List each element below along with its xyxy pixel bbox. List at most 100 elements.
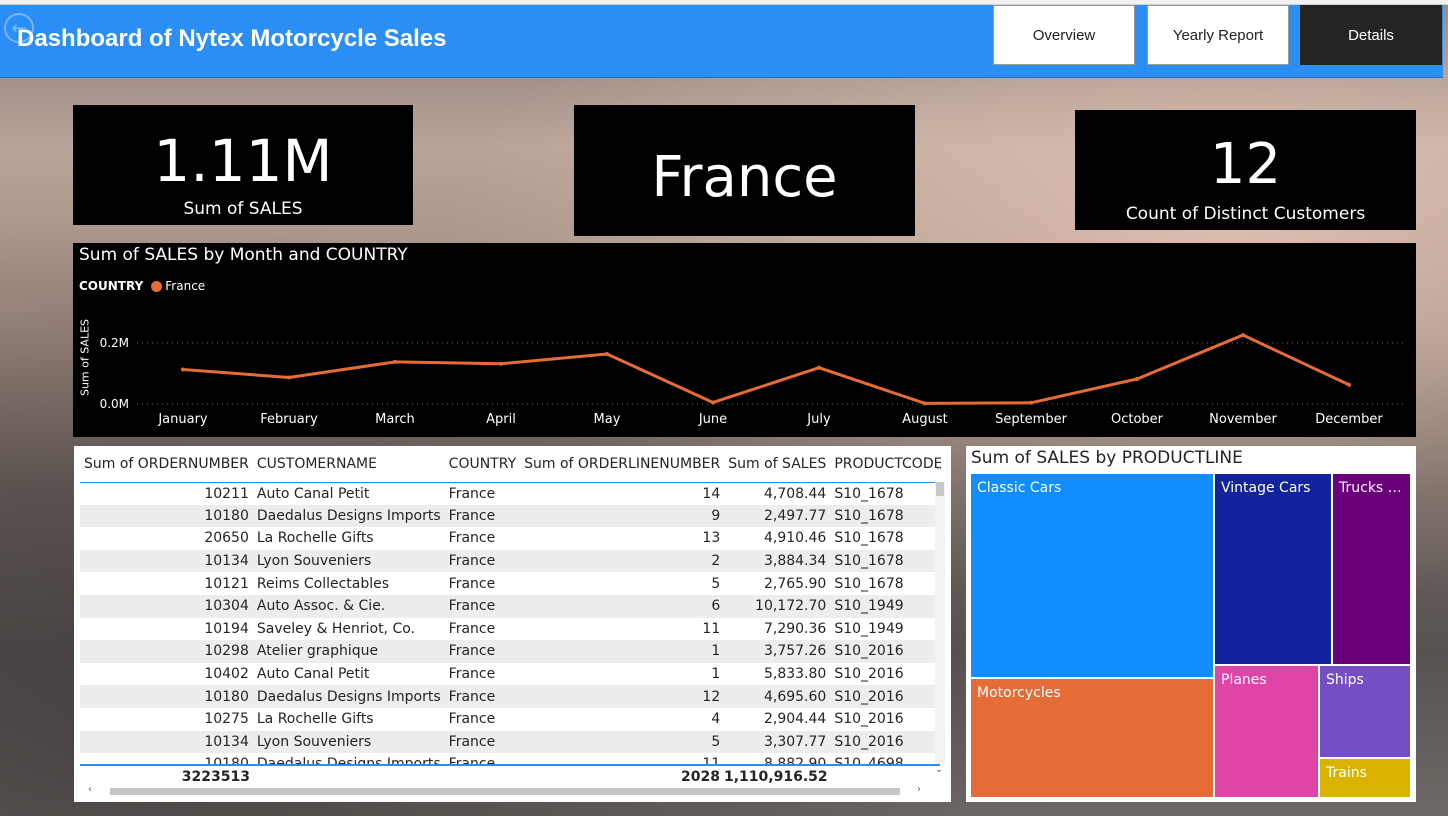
line-chart-sales-by-month[interactable]: Sum of SALES by Month and COUNTRY COUNTR… [73,243,1416,437]
table-row[interactable]: 10194 Saveley & Henriot, Co. France 11 7,290… [80,618,941,641]
nav-button-details[interactable]: Details [1300,5,1442,65]
nav-button-yearly-report[interactable]: Yearly Report [1147,5,1289,65]
cell-customername: Reims Collectables [256,575,390,592]
cell-productcode: S10_1678 [830,504,941,528]
x-tick-label: January [157,412,208,427]
horizontal-scroll-thumb[interactable] [110,788,900,795]
cell-sales: 2,765.90 [763,575,827,592]
cell-ordernumber: 10121 [204,575,249,592]
kpi-sales-label: Sum of SALES [183,199,303,219]
table-row[interactable]: 10180Daedalus Designs ImportsFrance118,8… [80,753,941,764]
cell-sales: 3,757.26 [724,640,831,663]
data-point[interactable] [711,400,715,405]
cell-sales: 8,882.90 [724,753,830,764]
table-row[interactable]: 10304 Auto Assoc. & Cie. France 6 10,172.70 S… [80,594,941,618]
cell-orderlinenumber: 4 [711,711,721,728]
cell-sales: 2,904.44 [763,711,827,728]
treemap-tile-planes[interactable]: Planes [1214,665,1319,798]
cell-country: France [448,485,496,502]
treemap-tile-trucks[interactable]: Trucks a... [1332,473,1411,665]
cell-country: France [448,711,496,728]
col-header-country[interactable]: COUNTRY [444,446,521,483]
nav-button-overview[interactable]: Overview [993,5,1135,65]
kpi-country-value: France [651,145,838,210]
cell-ordernumber: 10194 [204,620,249,637]
scroll-left-icon[interactable]: ‹ [88,784,92,795]
cell-country: France [448,575,496,592]
vertical-scrollbar[interactable] [935,482,945,764]
cell-country: France [444,549,521,573]
treemap-sales-by-productline[interactable]: Sum of SALES by PRODUCTLINE Classic Cars… [966,446,1416,802]
data-point[interactable] [1135,376,1139,381]
cell-orderlinenumber: 1 [520,640,725,663]
table-row[interactable]: 10134 Lyon Souveniers France 2 3,884.34 S10_1… [80,549,941,573]
table-row[interactable]: 10180 Daedalus Designs Imports France 12 4,6… [80,685,941,708]
table-row[interactable]: 10275 La Rochelle Gifts France 4 2,904.44 S10… [80,708,941,731]
cell-sales: 3,307.77 [724,730,831,754]
y-tick-label: 0.0M [100,397,129,411]
cell-customername: Saveley & Henriot, Co. [256,620,416,637]
cell-productcode: S10_1678 [830,549,941,573]
data-point[interactable] [923,401,927,406]
cell-sales: 5,833.80 [763,666,827,683]
data-point[interactable] [1347,382,1351,387]
data-point[interactable] [1029,400,1033,405]
table-row[interactable]: 10121 Reims Collectables France 5 2,765.90 S1… [80,572,941,595]
table-row[interactable]: 10180 Daedalus Designs Imports France 9 2,49… [80,504,941,528]
treemap-tile-ships[interactable]: Ships [1319,665,1411,758]
x-tick-label: August [902,412,948,427]
kpi-card-sales: 1.11M Sum of SALES [73,105,413,225]
table-row[interactable]: 10402 Auto Canal Petit France 1 5,833.80 S10_… [80,663,941,686]
line-chart-plot: 0.0M 0.2M January February March April May June… [100,333,1403,427]
series-line-france[interactable] [182,333,1350,405]
cell-country: France [444,685,521,708]
data-point[interactable] [181,367,185,372]
data-point[interactable] [817,365,821,370]
cell-productcode: S10_1949 [834,620,904,637]
x-tick-label: September [995,412,1068,427]
col-header-productcode[interactable]: PRODUCTCODE [830,446,941,483]
cell-orderlinenumber: 14 [702,485,721,502]
cell-productcode: S10_1678 [834,575,904,592]
details-table[interactable]: Sum of ORDERNUMBER CUSTOMERNAME COUNTRY … [74,446,951,802]
data-point[interactable] [287,375,291,380]
cell-productcode: S10_2016 [830,640,941,663]
data-point[interactable] [1241,333,1245,338]
treemap-tile-motorcycles[interactable]: Motorcycles [970,678,1214,798]
cell-productcode: S10_1678 [834,485,904,502]
cell-country: France [444,594,521,618]
col-header-orderlinenumber[interactable]: Sum of ORDERLINENUMBER [520,446,725,483]
data-point[interactable] [499,361,503,366]
horizontal-scrollbar[interactable] [80,786,935,796]
cell-productcode: S10_4698 [830,753,941,764]
cell-customername: Daedalus Designs Imports [253,753,445,764]
cell-country: France [444,640,521,663]
page-title: Dashboard of Nytex Motorcycle Sales [17,25,447,52]
kpi-sales-value: 1.11M [153,127,333,195]
cell-orderlinenumber: 13 [702,530,721,547]
cell-sales: 4,708.44 [763,485,827,502]
col-header-ordernumber[interactable]: Sum of ORDERNUMBER [80,446,253,483]
col-header-customername[interactable]: CUSTOMERNAME [252,446,445,483]
cell-customername: La Rochelle Gifts [256,711,374,728]
table-row[interactable]: 10211 Auto Canal Petit France 14 4,708.44 S10… [80,482,941,505]
cell-customername: Daedalus Designs Imports [252,504,445,528]
cell-productcode: S10_1949 [830,594,941,618]
cell-customername: La Rochelle Gifts [256,530,374,547]
data-point[interactable] [605,351,609,356]
treemap-tile-vintage-cars[interactable]: Vintage Cars [1214,473,1332,665]
table-row[interactable]: 20650 La Rochelle Gifts France 13 4,910.46 S1… [80,527,941,550]
vertical-scroll-thumb[interactable] [936,482,944,496]
treemap-tile-classic-cars[interactable]: Classic Cars [970,473,1214,678]
treemap-tile-trains[interactable]: Trains [1319,758,1411,798]
cell-country: France [448,530,496,547]
cell-productcode: S10_2016 [834,711,904,728]
table-row[interactable]: 10298 Atelier graphique France 1 3,757.26 S10… [80,640,941,663]
scroll-right-icon[interactable]: › [917,784,921,795]
col-header-sales[interactable]: Sum of SALES [724,446,831,483]
cell-customername: Auto Assoc. & Cie. [252,594,445,618]
cell-sales: 10,172.70 [724,594,831,618]
table-row[interactable]: 10134 Lyon Souveniers France 5 3,307.77 S10_2… [80,730,941,754]
data-point[interactable] [393,359,397,364]
scroll-up-icon[interactable]: ⌃ [935,466,943,477]
